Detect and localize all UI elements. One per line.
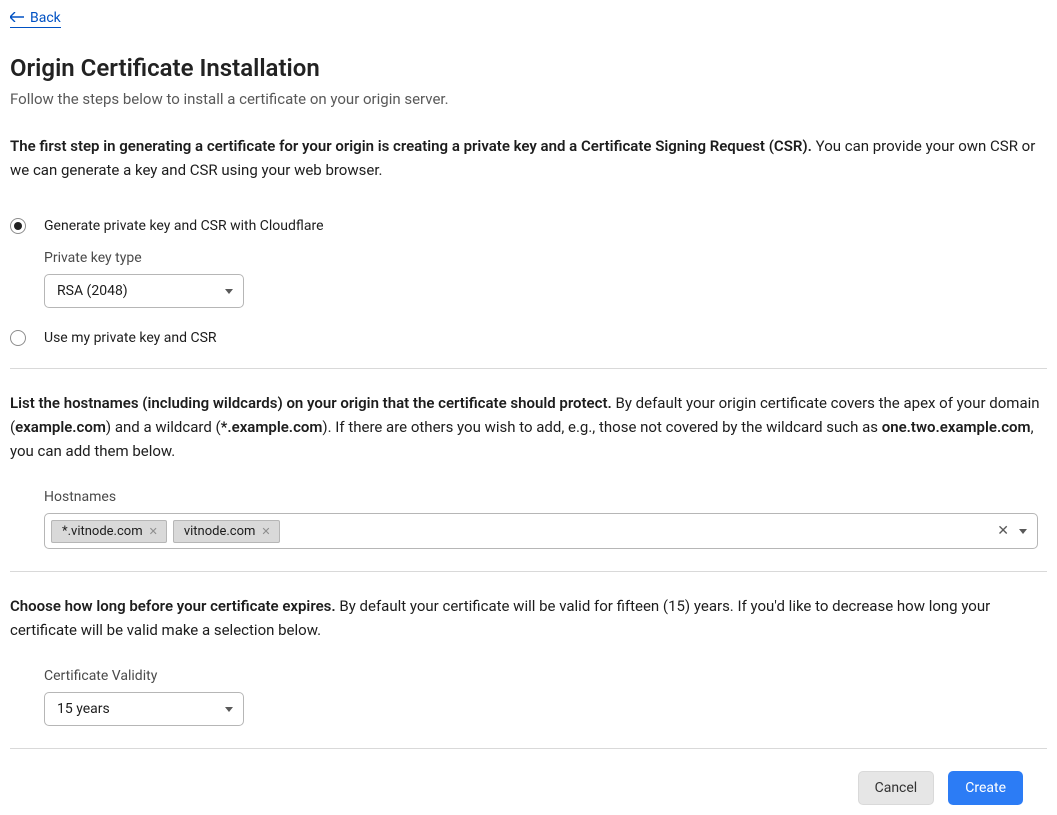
- hostnames-label: Hostnames: [44, 489, 1047, 505]
- arrow-left-icon: [10, 10, 24, 26]
- divider: [10, 571, 1047, 572]
- validity-select[interactable]: 15 years: [44, 692, 244, 726]
- chevron-down-icon[interactable]: [1019, 529, 1027, 534]
- clear-all-icon[interactable]: ✕: [997, 523, 1009, 539]
- validity-text: Choose how long before your certificate …: [10, 594, 1047, 642]
- cancel-button[interactable]: Cancel: [858, 771, 935, 805]
- radio-own[interactable]: [10, 330, 26, 346]
- hostnames-input[interactable]: *.vitnode.com ✕ vitnode.com ✕ ✕: [44, 513, 1038, 549]
- intro-text: The first step in generating a certifica…: [10, 134, 1047, 182]
- back-link-label: Back: [30, 10, 61, 26]
- create-button[interactable]: Create: [948, 771, 1023, 805]
- radio-generate[interactable]: [10, 218, 26, 234]
- radio-row-own[interactable]: Use my private key and CSR: [10, 330, 1047, 346]
- key-type-select[interactable]: RSA (2048): [44, 274, 244, 308]
- radio-generate-label: Generate private key and CSR with Cloudf…: [44, 218, 324, 234]
- validity-label: Certificate Validity: [44, 668, 1047, 684]
- validity-value: 15 years: [57, 701, 110, 717]
- intro-bold: The first step in generating a certifica…: [10, 137, 812, 155]
- hostnames-tags-area[interactable]: *.vitnode.com ✕ vitnode.com ✕: [51, 520, 997, 543]
- action-buttons: Cancel Create: [10, 771, 1047, 805]
- back-link[interactable]: Back: [10, 10, 61, 28]
- hostnames-bold: List the hostnames (including wildcards)…: [10, 394, 612, 412]
- hostname-tag-label: *.vitnode.com: [62, 524, 143, 539]
- hostname-tag-label: vitnode.com: [184, 524, 256, 539]
- divider: [10, 368, 1047, 369]
- page-subtitle: Follow the steps below to install a cert…: [10, 90, 1047, 108]
- hostnames-text: List the hostnames (including wildcards)…: [10, 391, 1047, 463]
- key-type-label: Private key type: [44, 250, 1047, 266]
- remove-tag-icon[interactable]: ✕: [149, 526, 158, 537]
- radio-row-generate[interactable]: Generate private key and CSR with Cloudf…: [10, 218, 1047, 234]
- hostname-tag: vitnode.com ✕: [173, 520, 280, 543]
- divider: [10, 748, 1047, 749]
- validity-bold: Choose how long before your certificate …: [10, 597, 336, 615]
- page-title: Origin Certificate Installation: [10, 54, 1047, 82]
- chevron-down-icon: [225, 707, 233, 712]
- hostname-tag: *.vitnode.com ✕: [51, 520, 167, 543]
- remove-tag-icon[interactable]: ✕: [261, 526, 270, 537]
- radio-own-label: Use my private key and CSR: [44, 330, 217, 346]
- key-type-value: RSA (2048): [57, 283, 128, 299]
- chevron-down-icon: [225, 289, 233, 294]
